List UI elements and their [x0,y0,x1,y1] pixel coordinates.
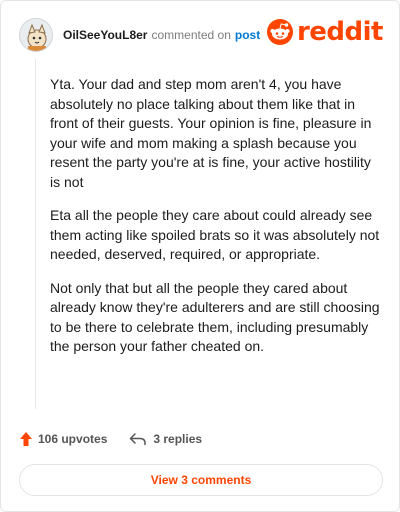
reply-arrow-icon[interactable] [129,432,147,446]
comment-actions: 106 upvotes 3 replies [19,429,202,449]
comment-paragraph: Eta all the people they care about could… [50,207,380,262]
comment-body: Yta. Your dad and step mom aren't 4, you… [50,75,380,371]
comment-meta: OilSeeYouL8er commented on post [63,28,260,42]
thread-line[interactable] [35,59,36,409]
reddit-wordmark: reddit [296,17,384,47]
reddit-snoo-icon [266,19,293,45]
post-link[interactable]: post [235,28,260,42]
upvote-arrow-icon[interactable] [19,431,33,447]
reddit-logo[interactable]: reddit [266,17,384,47]
comment-paragraph: Yta. Your dad and step mom aren't 4, you… [50,76,372,190]
reply-count[interactable]: 3 replies [153,432,202,446]
comment-paragraph: Not only that but all the people they ca… [50,279,380,355]
view-comments-button[interactable]: View 3 comments [19,464,383,496]
username-link[interactable]: OilSeeYouL8er [63,28,147,42]
commented-on-text: commented on [151,28,231,42]
user-avatar[interactable] [19,18,53,52]
comment-card: OilSeeYouL8er commented on post reddit Y… [0,0,400,512]
upvote-count: 106 upvotes [38,432,108,446]
